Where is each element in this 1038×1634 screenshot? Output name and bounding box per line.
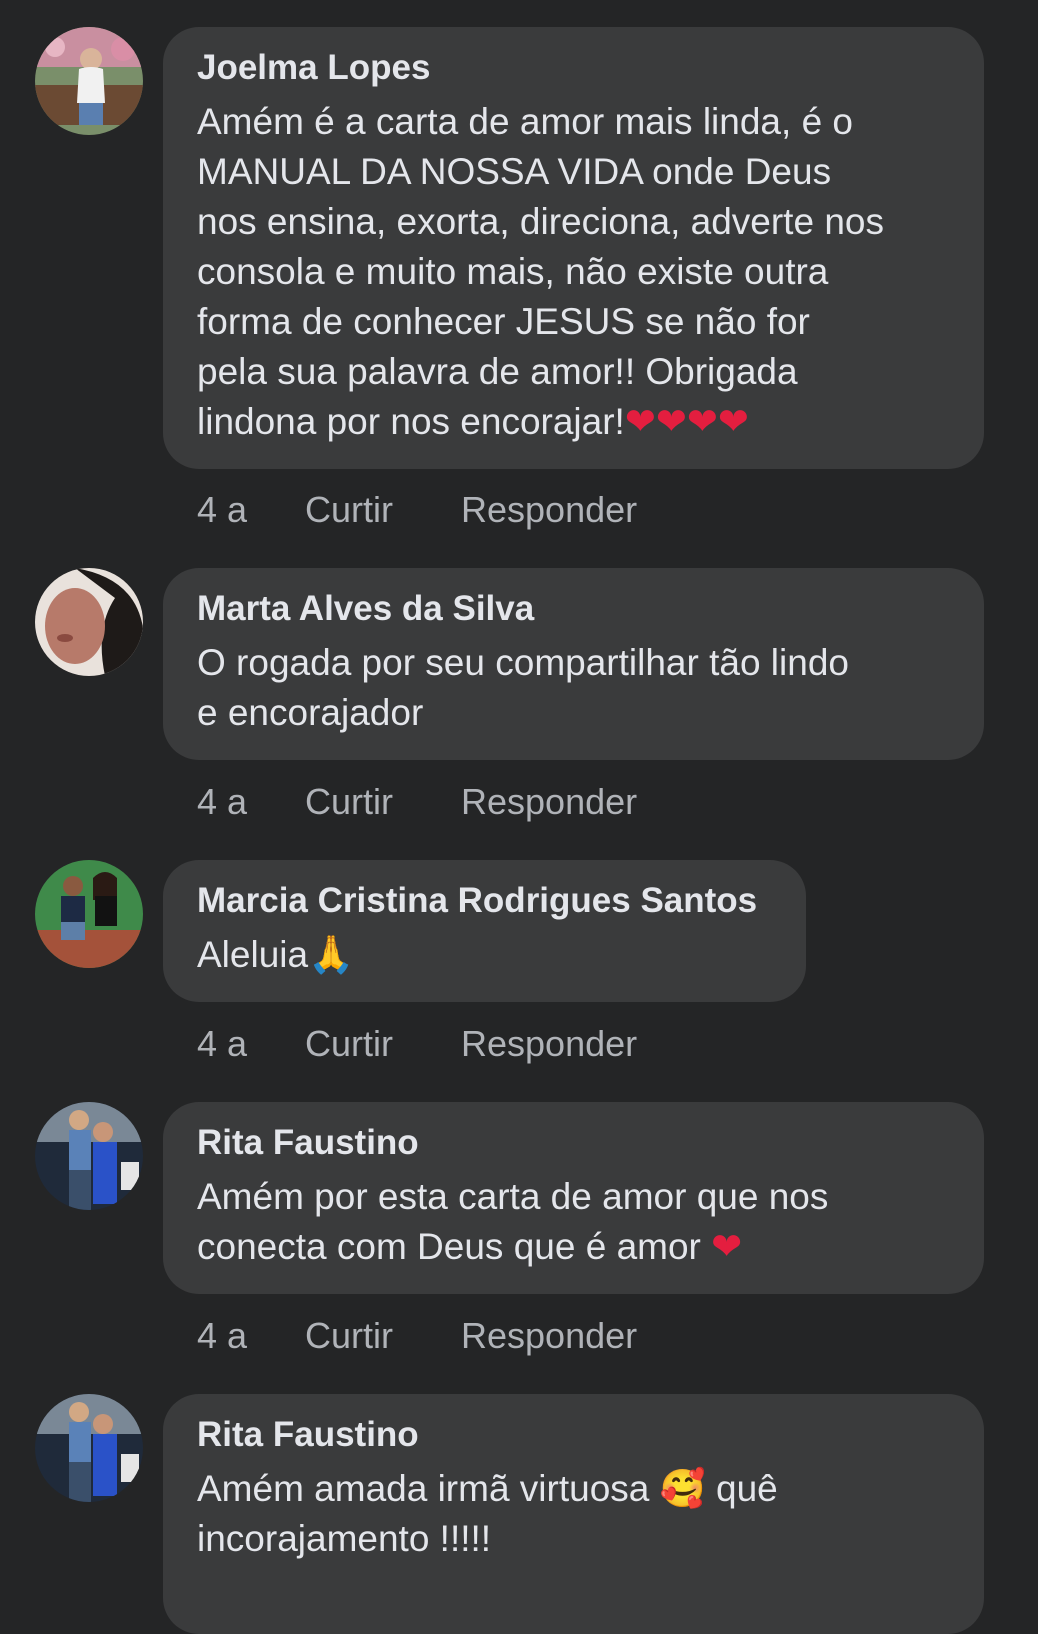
heart-emoji-icon: ❤ bbox=[711, 1225, 743, 1268]
comment-timestamp[interactable]: 4 a bbox=[197, 1023, 305, 1065]
praying-hands-emoji-icon: 🙏 bbox=[308, 933, 355, 976]
avatar[interactable] bbox=[35, 27, 143, 135]
comment-author[interactable]: Rita Faustino bbox=[197, 1412, 950, 1458]
like-button[interactable]: Curtir bbox=[305, 1315, 461, 1357]
comment-bubble: Joelma Lopes Amém é a carta de amor mais… bbox=[163, 27, 984, 469]
comment-bubble: Marta Alves da Silva O rogada por seu co… bbox=[163, 568, 984, 760]
comment-text: Amém por esta carta de amor que nos cone… bbox=[197, 1176, 829, 1268]
comment-timestamp[interactable]: 4 a bbox=[197, 781, 305, 823]
comment-author[interactable]: Marta Alves da Silva bbox=[197, 586, 950, 632]
comment-timestamp[interactable]: 4 a bbox=[197, 489, 305, 531]
like-button[interactable]: Curtir bbox=[305, 1023, 461, 1065]
avatar[interactable] bbox=[35, 568, 143, 676]
heart-emoji-icon: ❤❤❤❤ bbox=[624, 400, 749, 443]
avatar[interactable] bbox=[35, 860, 143, 968]
comment-actions: 4 a Curtir Responder bbox=[197, 1315, 637, 1357]
comment-actions: 4 a Curtir Responder bbox=[197, 1023, 637, 1065]
comment-author[interactable]: Rita Faustino bbox=[197, 1120, 950, 1166]
like-button[interactable]: Curtir bbox=[305, 489, 461, 531]
comment-bubble: Marcia Cristina Rodrigues Santos Aleluia… bbox=[163, 860, 806, 1002]
comment-timestamp[interactable]: 4 a bbox=[197, 1315, 305, 1357]
like-button[interactable]: Curtir bbox=[305, 781, 461, 823]
comment-author[interactable]: Joelma Lopes bbox=[197, 45, 950, 91]
reply-button[interactable]: Responder bbox=[461, 489, 637, 531]
comment-text: O rogada por seu compartilhar tão lindo … bbox=[197, 642, 849, 733]
comment-text: Aleluia🙏 bbox=[197, 933, 355, 976]
comment-text: Amém amada irmã virtuosa 🥰 quê incorajam… bbox=[197, 1467, 778, 1559]
comment-bubble: Rita Faustino Amém amada irmã virtuosa 🥰… bbox=[163, 1394, 984, 1634]
smiling-face-with-hearts-emoji-icon: 🥰 bbox=[659, 1467, 706, 1510]
reply-button[interactable]: Responder bbox=[461, 781, 637, 823]
comment-actions: 4 a Curtir Responder bbox=[197, 489, 637, 531]
reply-button[interactable]: Responder bbox=[461, 1023, 637, 1065]
comment-bubble: Rita Faustino Amém por esta carta de amo… bbox=[163, 1102, 984, 1294]
reply-button[interactable]: Responder bbox=[461, 1315, 637, 1357]
comment-text: Amém é a carta de amor mais linda, é o M… bbox=[197, 101, 884, 443]
comment-actions: 4 a Curtir Responder bbox=[197, 781, 637, 823]
comment-author[interactable]: Marcia Cristina Rodrigues Santos bbox=[197, 878, 772, 924]
avatar[interactable] bbox=[35, 1394, 143, 1502]
avatar[interactable] bbox=[35, 1102, 143, 1210]
